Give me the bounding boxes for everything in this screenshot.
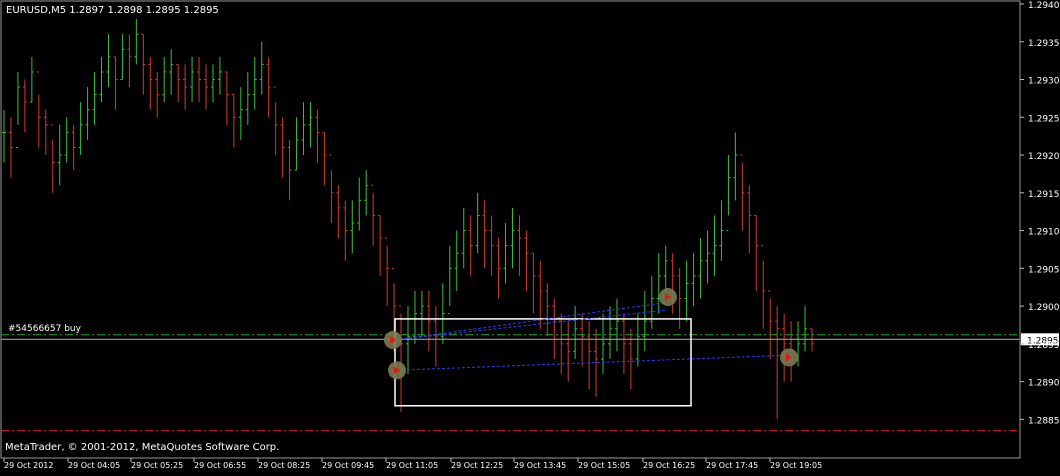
price-chart[interactable]: 1.2895 1.2940 1.2935 1.2930 1.2925 1.2920 1.2… (0, 0, 1060, 472)
y-tick-label: 1.2930 (1028, 77, 1060, 87)
y-tick-label: 1.2890 (1028, 379, 1060, 389)
y-tick-label: 1.2920 (1028, 152, 1060, 162)
y-tick-label: 1.2915 (1028, 190, 1060, 200)
y-tick-label: 1.2925 (1028, 114, 1060, 124)
x-tick-label: 29 Oct 06:55 (194, 461, 246, 470)
x-tick-label: 29 Oct 11:05 (386, 461, 438, 470)
x-tick-label: 29 Oct 12:25 (451, 461, 503, 470)
open-buy-marker[interactable] (384, 331, 402, 350)
x-tick-label: 29 Oct 08:25 (258, 461, 310, 470)
copyright-label: MetaTrader, © 2001-2012, MetaQuotes Soft… (5, 442, 279, 453)
y-tick-label: 1.2935 (1028, 39, 1060, 49)
x-tick-label: 29 Oct 04:05 (68, 461, 120, 470)
x-tick-label: 29 Oct 09:45 (322, 461, 374, 470)
close-marker[interactable] (659, 288, 677, 307)
x-tick-label: 29 Oct 15:05 (578, 461, 630, 470)
x-tick-label: 29 Oct 13:45 (514, 461, 566, 470)
open-buy-marker[interactable] (388, 361, 406, 380)
chart-window[interactable]: 1.2895 1.2940 1.2935 1.2930 1.2925 1.2920 1.2… (0, 0, 1060, 472)
y-tick-label: 1.2940 (1028, 1, 1060, 11)
x-tick-label: 29 Oct 2012 (4, 461, 53, 470)
y-tick-label: 1.2910 (1028, 228, 1060, 238)
y-tick-label: 1.2885 (1028, 416, 1060, 426)
x-tick-label: 29 Oct 16:25 (643, 461, 695, 470)
y-tick-label: 1.2895 (1028, 341, 1060, 351)
chart-header: EURUSD,M5 1.2897 1.2898 1.2895 1.2895 (6, 5, 219, 16)
x-tick-label: 29 Oct 05:25 (131, 461, 183, 470)
y-tick-label: 1.2905 (1028, 265, 1060, 275)
x-tick-label: 29 Oct 19:05 (770, 461, 822, 470)
order-label: #54566657 buy (8, 324, 82, 334)
x-tick-label: 29 Oct 17:45 (706, 461, 758, 470)
close-marker[interactable] (780, 348, 798, 367)
y-tick-label: 1.2900 (1028, 303, 1060, 313)
